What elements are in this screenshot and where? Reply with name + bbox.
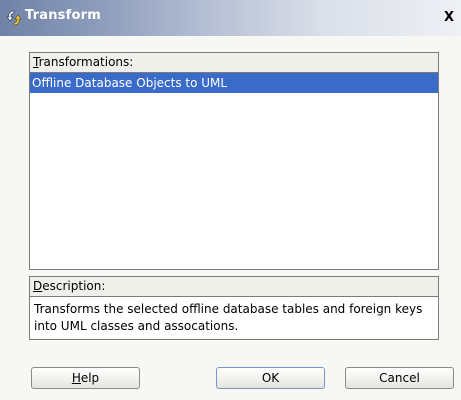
description-panel: Description: Transforms the selected off… bbox=[29, 276, 439, 340]
close-button[interactable]: X bbox=[441, 10, 457, 26]
title-bar[interactable]: Transform X bbox=[0, 0, 461, 36]
description-label: Description: bbox=[30, 277, 438, 297]
list-item-offline-database-objects-to-uml[interactable]: Offline Database Objects to UML bbox=[30, 73, 438, 93]
transformations-list[interactable]: Offline Database Objects to UML bbox=[30, 73, 438, 93]
ok-button[interactable]: OK bbox=[216, 367, 325, 389]
cancel-button[interactable]: Cancel bbox=[345, 367, 454, 389]
help-label-text: elp bbox=[80, 371, 100, 385]
transform-icon bbox=[6, 10, 22, 26]
transformations-label-text: ransformations: bbox=[38, 55, 134, 69]
transform-dialog: Transform X Transformations: Offline Dat… bbox=[0, 0, 461, 400]
transformations-panel: Transformations: Offline Database Object… bbox=[29, 52, 439, 270]
transformations-label: Transformations: bbox=[30, 53, 438, 73]
description-mnemonic: D bbox=[33, 279, 43, 293]
description-text: Transforms the selected offline database… bbox=[34, 302, 423, 333]
window-title: Transform bbox=[25, 8, 101, 23]
dialog-content: Transformations: Offline Database Object… bbox=[0, 36, 461, 400]
help-button[interactable]: Help bbox=[31, 367, 140, 389]
help-mnemonic: H bbox=[71, 371, 81, 385]
description-label-text: escription: bbox=[42, 279, 106, 293]
